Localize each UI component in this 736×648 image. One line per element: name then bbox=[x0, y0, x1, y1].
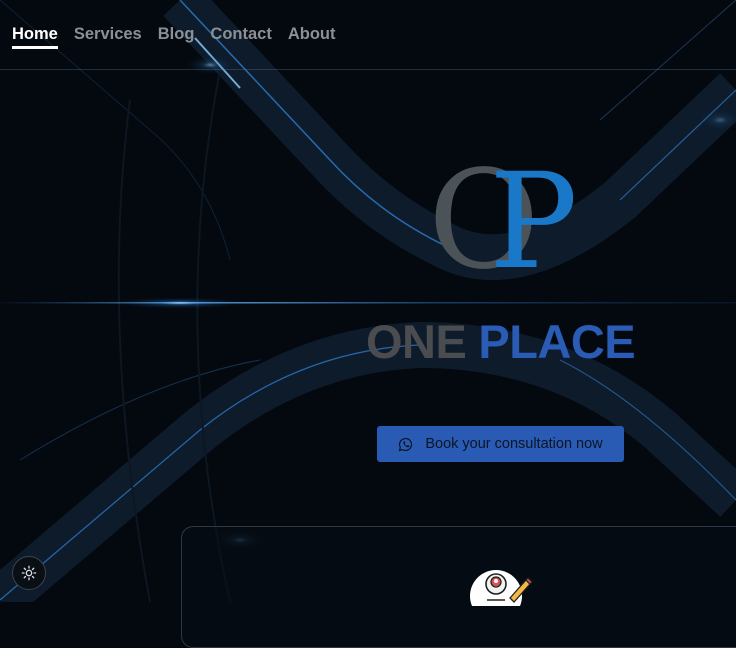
nav-link-home[interactable]: Home bbox=[12, 24, 58, 49]
brand-word-place: PLACE bbox=[478, 315, 636, 368]
feature-card bbox=[181, 526, 736, 648]
op-monogram-logo: O P bbox=[428, 150, 576, 275]
top-navigation: Home Services Blog Contact About bbox=[0, 0, 736, 70]
brand-wordmark: ONE PLACE bbox=[366, 314, 636, 370]
brand-word-one: ONE bbox=[366, 315, 467, 368]
nav-link-blog[interactable]: Blog bbox=[158, 24, 195, 44]
book-consultation-button[interactable]: Book your consultation now bbox=[377, 426, 624, 462]
nav-links: Home Services Blog Contact About bbox=[12, 24, 336, 49]
book-consultation-label: Book your consultation now bbox=[425, 436, 603, 452]
monogram-letter-p: P bbox=[489, 150, 576, 275]
nav-link-services[interactable]: Services bbox=[74, 24, 142, 44]
hero-background bbox=[0, 0, 736, 602]
whatsapp-icon bbox=[398, 437, 413, 451]
sun-icon bbox=[21, 565, 37, 581]
nav-link-contact[interactable]: Contact bbox=[210, 24, 271, 44]
profile-edit-icon bbox=[470, 570, 533, 606]
nav-link-about[interactable]: About bbox=[288, 24, 336, 44]
theme-toggle-button[interactable] bbox=[12, 556, 46, 590]
